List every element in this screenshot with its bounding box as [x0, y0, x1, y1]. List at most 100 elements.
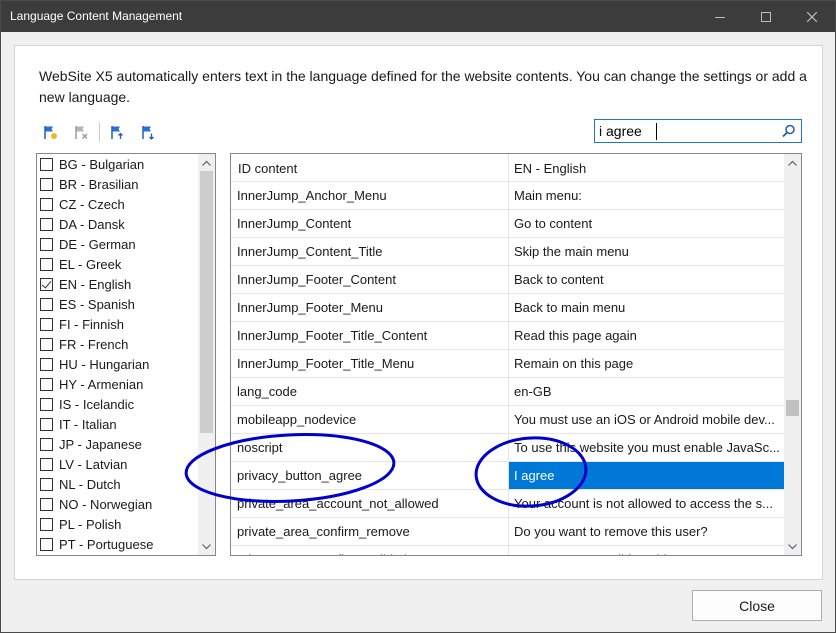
table-row[interactable]: mobileapp_nodevice You must use an iOS or… [231, 406, 786, 434]
table-row[interactable]: InnerJump_Footer_Menu Back to main menu [231, 294, 786, 322]
table-row[interactable]: private_area_account_not_allowed Your acc… [231, 490, 786, 518]
search-button[interactable] [777, 120, 801, 142]
close-window-button[interactable] [789, 1, 835, 32]
export-language-button[interactable] [137, 122, 159, 142]
language-checkbox[interactable] [40, 257, 53, 271]
language-checkbox[interactable] [40, 477, 53, 491]
cell-text[interactable]: Back to content [509, 266, 786, 293]
language-item[interactable]: HY - Armenian [37, 374, 197, 394]
language-checkbox[interactable] [40, 197, 53, 211]
language-checkbox[interactable] [40, 317, 53, 331]
window-title: Language Content Management [10, 9, 183, 23]
search-box[interactable]: i agree [594, 119, 802, 143]
cell-text[interactable]: Do you want to validate this user? [509, 546, 786, 555]
column-header-language[interactable]: EN - English [514, 161, 586, 176]
table-row[interactable]: InnerJump_Footer_Content Back to content [231, 266, 786, 294]
chevron-down-icon [202, 543, 211, 549]
language-checkbox[interactable] [40, 437, 53, 451]
remove-language-button[interactable] [70, 122, 92, 142]
language-checkbox[interactable] [40, 297, 53, 311]
language-checkbox[interactable] [40, 517, 53, 531]
language-checkbox[interactable] [40, 217, 53, 231]
table-row[interactable]: private_area_confirm_validation Do you wa… [231, 546, 786, 555]
language-checkbox[interactable] [40, 497, 53, 511]
language-item[interactable]: LV - Latvian [37, 454, 197, 474]
language-checkbox[interactable] [40, 357, 53, 371]
minimize-button[interactable] [697, 1, 743, 32]
cell-text[interactable]: I agree [509, 462, 786, 489]
cell-text[interactable]: To use this website you must enable Java… [509, 434, 786, 461]
cell-text[interactable]: Skip the main menu [509, 238, 786, 265]
table-row[interactable]: InnerJump_Content_Title Skip the main men… [231, 238, 786, 266]
language-item[interactable]: EN - English [37, 274, 197, 294]
cell-text[interactable]: Main menu: [509, 182, 786, 209]
close-button[interactable]: Close [692, 590, 822, 621]
cell-text[interactable]: Go to content [509, 210, 786, 237]
scroll-down-button[interactable] [198, 538, 215, 555]
language-checkbox[interactable] [40, 457, 53, 471]
language-item[interactable]: JP - Japanese [37, 434, 197, 454]
language-checkbox[interactable] [40, 397, 53, 411]
language-list-scrollbar[interactable] [198, 154, 215, 555]
language-checkbox[interactable] [40, 537, 53, 551]
maximize-button[interactable] [743, 1, 789, 32]
table-row[interactable]: InnerJump_Footer_Title_Content Read this … [231, 322, 786, 350]
cell-text[interactable]: You must use an iOS or Android mobile de… [509, 406, 786, 433]
language-item[interactable]: CZ - Czech [37, 194, 197, 214]
language-item[interactable]: PL - Polish [37, 514, 197, 534]
cell-id: InnerJump_Footer_Title_Menu [237, 356, 415, 371]
table-row[interactable]: InnerJump_Anchor_Menu Main menu: [231, 182, 786, 210]
language-checkbox[interactable] [40, 337, 53, 351]
language-checkbox[interactable] [40, 177, 53, 191]
cell-text[interactable]: Remain on this page [509, 350, 786, 377]
content-table[interactable]: ID content EN - English InnerJump_Anchor… [230, 153, 802, 556]
cell-text[interactable]: Read this page again [509, 322, 786, 349]
language-item[interactable]: ES - Spanish [37, 294, 197, 314]
language-item[interactable]: DA - Dansk [37, 214, 197, 234]
language-checkbox[interactable] [40, 157, 53, 171]
import-language-button[interactable] [106, 122, 128, 142]
language-checkbox[interactable] [40, 277, 53, 291]
table-row[interactable]: InnerJump_Content Go to content [231, 210, 786, 238]
cell-id: lang_code [237, 384, 297, 399]
dialog-window: Language Content Management WebSite X5 a… [0, 0, 836, 633]
language-item[interactable]: FI - Finnish [37, 314, 197, 334]
table-scroll-up-button[interactable] [784, 154, 801, 171]
table-scroll-thumb[interactable] [786, 400, 799, 416]
language-list[interactable]: BG - Bulgarian BR - Brasilian CZ - Czech DA… [36, 153, 216, 556]
cell-text[interactable]: Your account is not allowed to access th… [509, 490, 786, 517]
flag-remove-icon [75, 126, 88, 139]
scroll-thumb[interactable] [200, 171, 213, 433]
search-input[interactable]: i agree [599, 123, 642, 139]
table-row[interactable]: private_area_confirm_remove Do you want t… [231, 518, 786, 546]
scroll-up-button[interactable] [198, 154, 215, 171]
table-row[interactable]: lang_code en-GB [231, 378, 786, 406]
language-item[interactable]: NO - Norwegian [37, 494, 197, 514]
add-language-button[interactable] [39, 122, 61, 142]
language-checkbox[interactable] [40, 377, 53, 391]
language-item[interactable]: BG - Bulgarian [37, 154, 197, 174]
language-item[interactable]: PT - Portuguese [37, 534, 197, 554]
title-bar[interactable]: Language Content Management [1, 1, 835, 32]
language-item[interactable]: BR - Brasilian [37, 174, 197, 194]
table-row[interactable]: privacy_button_agree I agree [231, 462, 786, 490]
cell-text[interactable]: en-GB [509, 378, 786, 405]
language-item[interactable]: IS - Icelandic [37, 394, 197, 414]
cell-text[interactable]: Back to main menu [509, 294, 786, 321]
language-item[interactable]: NL - Dutch [37, 474, 197, 494]
cell-text[interactable]: Do you want to remove this user? [509, 518, 786, 545]
language-item[interactable]: DE - German [37, 234, 197, 254]
table-row[interactable]: noscript To use this website you must ena… [231, 434, 786, 462]
table-scroll-down-button[interactable] [784, 538, 801, 555]
column-header-id[interactable]: ID content [238, 161, 297, 176]
language-item[interactable]: HU - Hungarian [37, 354, 197, 374]
language-label: NL - Dutch [59, 476, 121, 492]
table-row[interactable]: InnerJump_Footer_Title_Menu Remain on thi… [231, 350, 786, 378]
language-checkbox[interactable] [40, 417, 53, 431]
table-scrollbar[interactable] [784, 154, 801, 555]
language-item[interactable]: EL - Greek [37, 254, 197, 274]
cell-id: private_area_confirm_validation [237, 552, 421, 555]
language-item[interactable]: FR - French [37, 334, 197, 354]
language-checkbox[interactable] [40, 237, 53, 251]
language-item[interactable]: IT - Italian [37, 414, 197, 434]
